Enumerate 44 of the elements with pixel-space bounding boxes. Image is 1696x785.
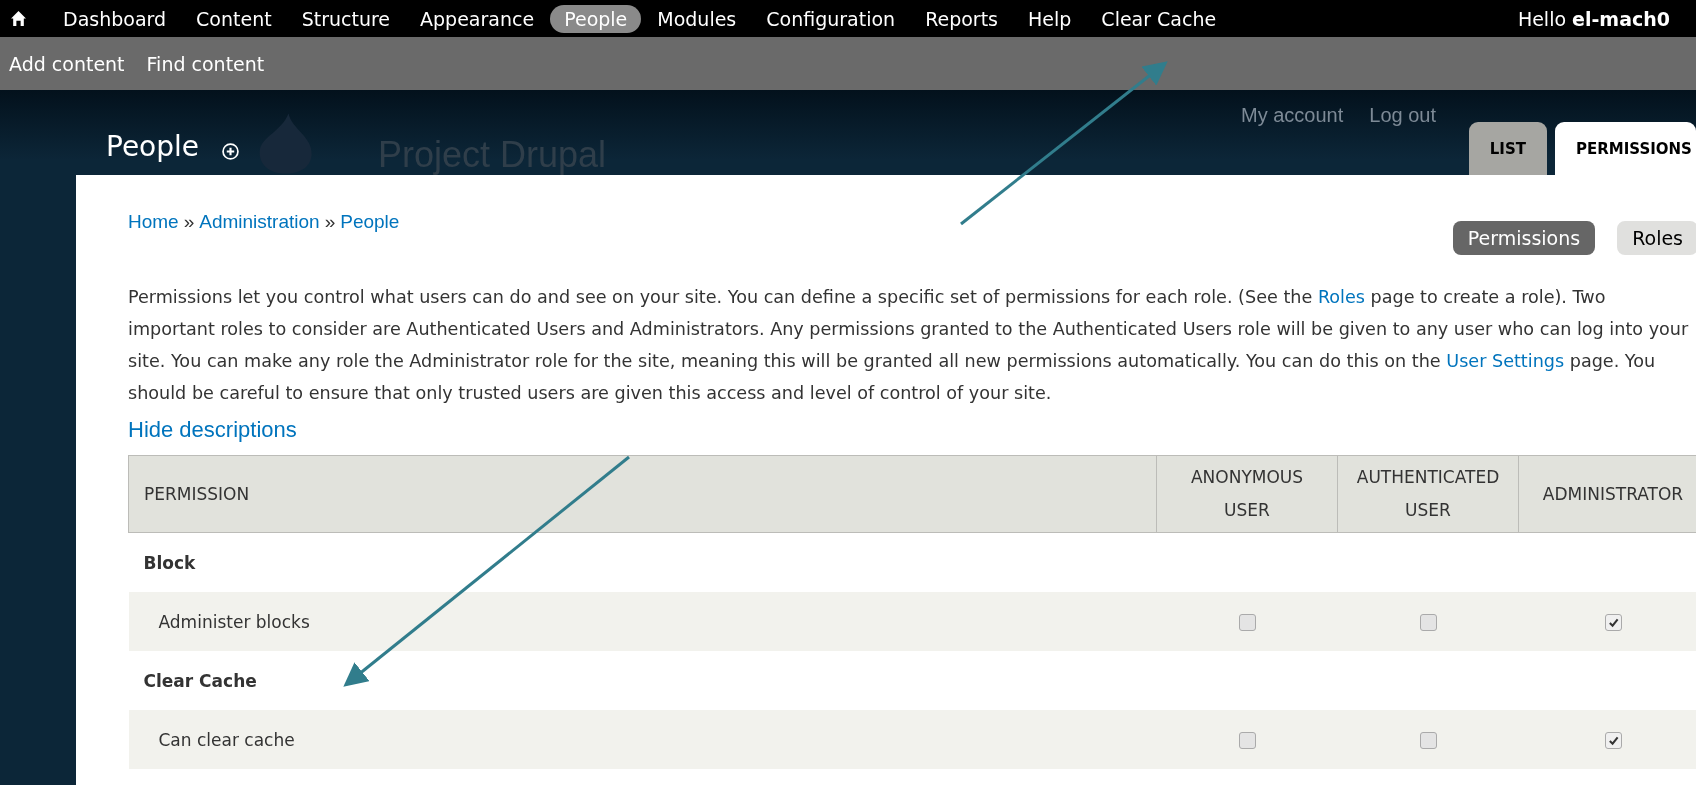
module-name: Block [128,532,1157,592]
checkbox[interactable] [1238,732,1256,749]
permission-name: Administer blocks [128,592,1157,651]
user-link[interactable]: Log out [1369,104,1436,127]
toolbar-link[interactable]: Configuration [752,4,910,33]
toolbar-link[interactable]: Clear Cache [1087,4,1231,33]
column-header: ADMINISTRATOR [1518,455,1696,533]
inline-link[interactable]: User Settings [1446,351,1565,371]
checkbox[interactable] [1419,614,1437,631]
user-link[interactable]: My account [1241,104,1344,127]
page-title: People [106,130,200,163]
page-tab[interactable]: PERMISSIONS [1555,122,1696,175]
column-header: PERMISSION [128,455,1157,533]
permission-name: Can clear cache [128,710,1157,769]
toolbar-link[interactable]: Modules [643,4,751,33]
greeting: Hello el-mach0 [1517,7,1670,30]
checkbox[interactable] [1604,732,1622,749]
toolbar-link[interactable]: Dashboard [49,4,181,33]
shortcut-link[interactable]: Add content [9,52,125,75]
breadcrumb-separator: » [183,211,195,233]
description-paragraph: Permissions let you control what users can do and see on your site. You can define a specific set of permissions for each role. (See the Roles page to create a role). Two important roles to consider are Authenticated Users and Administrators. Any permissions granted to the Authenticated Users role will be given to any user who can log into your site. You can make any role the Administrator role for the site, meaning this will be granted all new permissions automatically. You can do this on the User Settings page. You should be careful to ensure that only trusted users are given this access and level of control of your site. [128,286,1690,405]
checkbox[interactable] [1604,614,1622,631]
toolbar-link[interactable]: Help [1014,4,1086,33]
breadcrumb-link[interactable]: Home [128,211,179,233]
shortcut-link[interactable]: Find content [146,52,265,75]
toolbar-link[interactable]: Appearance [406,4,549,33]
secondary-tab[interactable]: Permissions [1452,221,1596,255]
toolbar-link[interactable]: Structure [287,4,405,33]
breadcrumb-link[interactable]: Administration [199,211,320,233]
breadcrumb-separator: » [324,211,336,233]
home-icon[interactable] [10,10,27,27]
checkbox[interactable] [1419,732,1437,749]
secondary-tab[interactable]: Roles [1617,221,1696,255]
page-tab[interactable]: LIST [1468,122,1547,175]
breadcrumb-link[interactable]: People [340,211,400,233]
checkbox[interactable] [1238,614,1256,631]
toolbar-link[interactable]: Reports [911,4,1013,33]
hide-descriptions-link[interactable]: Hide descriptions [128,417,297,443]
column-header: AUTHENTICATED USER [1337,455,1519,533]
column-header: ANONYMOUS USER [1156,455,1338,533]
toolbar-link[interactable]: Content [182,4,286,33]
add-shortcut-icon[interactable] [222,143,239,160]
module-name: Clear Cache [128,651,1157,710]
inline-link[interactable]: Roles [1317,287,1365,307]
